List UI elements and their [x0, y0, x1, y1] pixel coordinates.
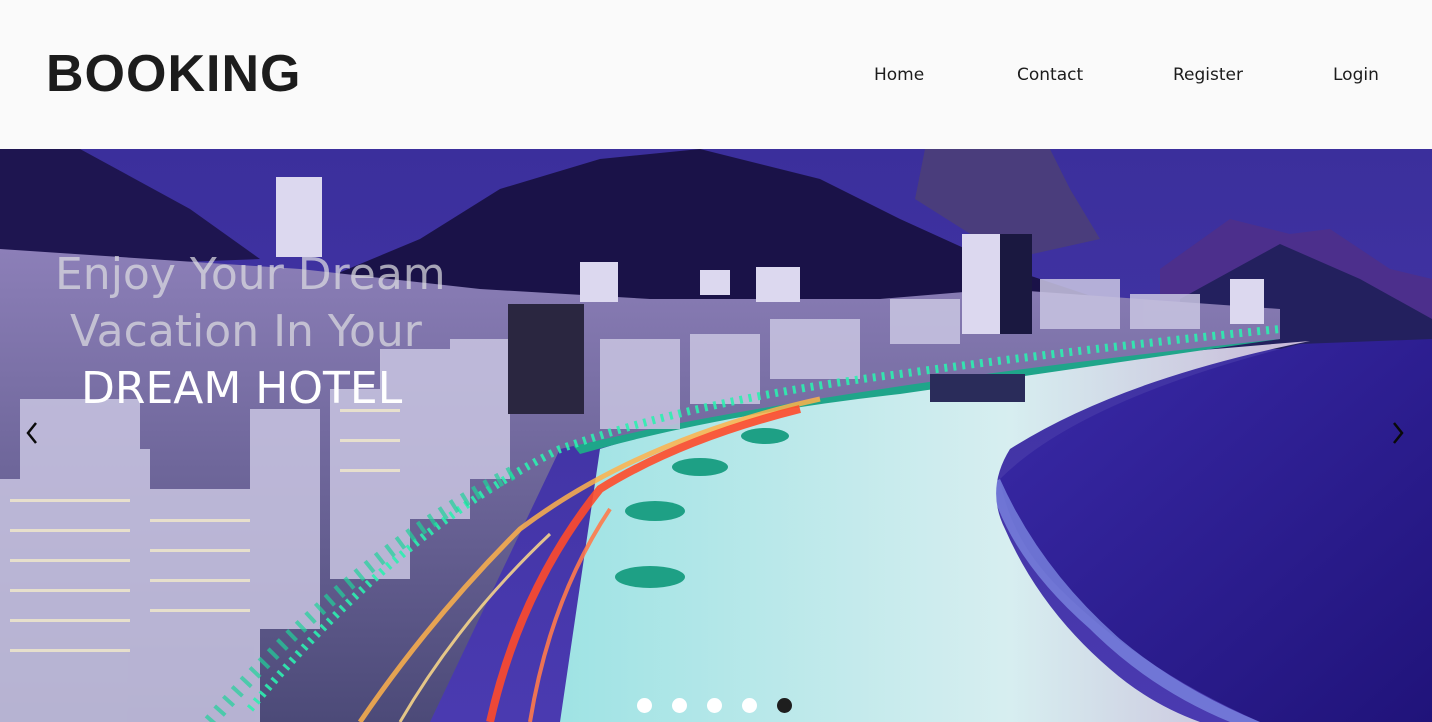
nav-home-link[interactable]: Home	[874, 63, 924, 87]
hero-caption-line2: Vacation In Your	[70, 306, 422, 357]
hero-caption: Enjoy Your Dream Vacation In Your DREAM …	[0, 149, 600, 449]
chevron-left-icon	[26, 422, 37, 444]
nav-login-link[interactable]: Login	[1333, 63, 1379, 87]
site-header: BOOKING Home Contact Register Login	[0, 0, 1432, 149]
slider-indicators	[0, 698, 1432, 714]
slide-indicator-1[interactable]	[637, 698, 652, 713]
nav-register-link[interactable]: Register	[1173, 63, 1243, 87]
slide-indicator-4[interactable]	[742, 698, 757, 713]
slide-indicator-2[interactable]	[672, 698, 687, 713]
slider-prev-button[interactable]	[20, 413, 44, 453]
main-nav: Home Contact Register Login	[0, 63, 1432, 87]
hero-caption-line1: Enjoy Your Dream	[55, 249, 446, 300]
hero-caption-line3: DREAM HOTEL	[81, 363, 403, 414]
nav-contact-link[interactable]: Contact	[1017, 63, 1083, 87]
hero-slider: Enjoy Your Dream Vacation In Your DREAM …	[0, 149, 1432, 722]
chevron-right-icon	[1393, 422, 1404, 444]
slide-indicator-3[interactable]	[707, 698, 722, 713]
slide-indicator-5[interactable]	[777, 698, 792, 713]
slider-next-button[interactable]	[1386, 413, 1410, 453]
